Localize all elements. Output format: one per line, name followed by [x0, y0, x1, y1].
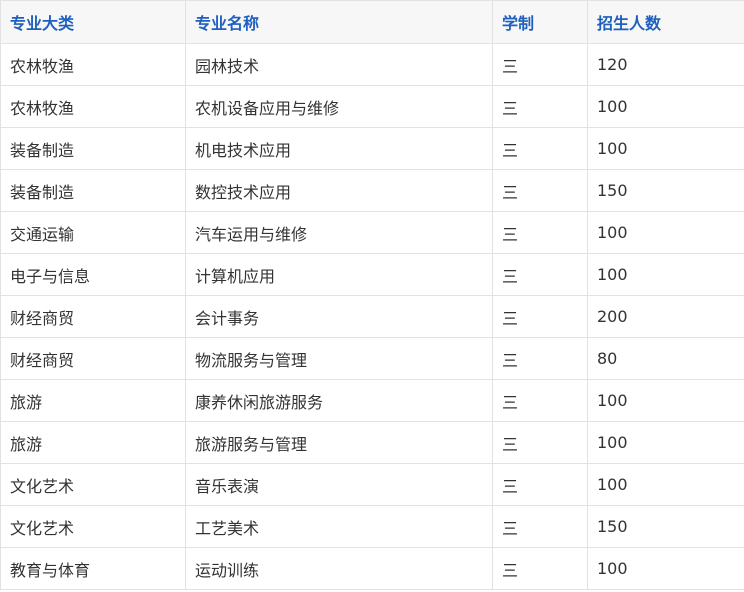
header-row: 专业大类 专业名称 学制 招生人数 [0, 0, 744, 44]
table-body: 农林牧渔 园林技术三 120 农林牧渔 农机设备应用与维修三 100 装备制造 机电技术应用三… [0, 43, 744, 590]
table-row: 电子与信息 计算机应用三 100 [0, 253, 744, 296]
cell-major-name: 康养休闲旅游服务 [185, 379, 493, 422]
cell-enrollment: 100 [587, 211, 744, 254]
cell-major-name: 机电技术应用 [185, 127, 493, 170]
enrollment-table: 专业大类 专业名称 学制 招生人数 农林牧渔 园林技术三 120 农林牧渔 农机设备应用… [0, 0, 744, 590]
table-row: 文化艺术 工艺美术三 150 [0, 505, 744, 548]
cell-duration: 三 [492, 85, 588, 128]
cell-enrollment: 100 [587, 85, 744, 128]
table-row: 旅游 旅游服务与管理三 100 [0, 421, 744, 464]
cell-enrollment: 100 [587, 127, 744, 170]
cell-category: 装备制造 [0, 127, 186, 170]
cell-major-name: 农机设备应用与维修 [185, 85, 493, 128]
cell-major-name: 数控技术应用 [185, 169, 493, 212]
cell-major-name: 计算机应用 [185, 253, 493, 296]
cell-category: 文化艺术 [0, 505, 186, 548]
table-row: 财经商贸 物流服务与管理三 80 [0, 337, 744, 380]
cell-duration: 三 [492, 169, 588, 212]
cell-duration: 三 [492, 421, 588, 464]
cell-enrollment: 150 [587, 505, 744, 548]
cell-enrollment: 100 [587, 547, 744, 590]
header-enrollment: 招生人数 [587, 0, 744, 44]
cell-duration: 三 [492, 379, 588, 422]
header-category: 专业大类 [0, 0, 186, 44]
cell-major-name: 工艺美术 [185, 505, 493, 548]
cell-major-name: 旅游服务与管理 [185, 421, 493, 464]
cell-duration: 三 [492, 253, 588, 296]
cell-enrollment: 100 [587, 421, 744, 464]
cell-category: 文化艺术 [0, 463, 186, 506]
cell-category: 财经商贸 [0, 337, 186, 380]
cell-major-name: 运动训练 [185, 547, 493, 590]
cell-enrollment: 100 [587, 463, 744, 506]
cell-duration: 三 [492, 211, 588, 254]
cell-duration: 三 [492, 505, 588, 548]
cell-enrollment: 150 [587, 169, 744, 212]
cell-major-name: 音乐表演 [185, 463, 493, 506]
table-row: 财经商贸 会计事务三 200 [0, 295, 744, 338]
table-row: 装备制造 数控技术应用三 150 [0, 169, 744, 212]
table-row: 装备制造 机电技术应用三 100 [0, 127, 744, 170]
cell-major-name: 园林技术 [185, 43, 493, 86]
table-row: 农林牧渔 园林技术三 120 [0, 43, 744, 86]
cell-category: 财经商贸 [0, 295, 186, 338]
table-row: 教育与体育 运动训练三 100 [0, 547, 744, 590]
cell-category: 装备制造 [0, 169, 186, 212]
table-header: 专业大类 专业名称 学制 招生人数 [0, 0, 744, 44]
cell-category: 旅游 [0, 421, 186, 464]
cell-enrollment: 100 [587, 253, 744, 296]
table-row: 交通运输 汽车运用与维修三 100 [0, 211, 744, 254]
cell-duration: 三 [492, 295, 588, 338]
cell-category: 旅游 [0, 379, 186, 422]
cell-category: 交通运输 [0, 211, 186, 254]
table-row: 旅游 康养休闲旅游服务三 100 [0, 379, 744, 422]
cell-enrollment: 120 [587, 43, 744, 86]
cell-major-name: 物流服务与管理 [185, 337, 493, 380]
cell-duration: 三 [492, 127, 588, 170]
header-duration: 学制 [492, 0, 588, 44]
cell-duration: 三 [492, 463, 588, 506]
cell-major-name: 汽车运用与维修 [185, 211, 493, 254]
cell-category: 教育与体育 [0, 547, 186, 590]
cell-duration: 三 [492, 337, 588, 380]
cell-category: 电子与信息 [0, 253, 186, 296]
table-row: 农林牧渔 农机设备应用与维修三 100 [0, 85, 744, 128]
cell-category: 农林牧渔 [0, 85, 186, 128]
cell-duration: 三 [492, 547, 588, 590]
cell-duration: 三 [492, 43, 588, 86]
header-major-name: 专业名称 [185, 0, 493, 44]
cell-category: 农林牧渔 [0, 43, 186, 86]
cell-major-name: 会计事务 [185, 295, 493, 338]
table-row: 文化艺术 音乐表演三 100 [0, 463, 744, 506]
cell-enrollment: 100 [587, 379, 744, 422]
cell-enrollment: 200 [587, 295, 744, 338]
cell-enrollment: 80 [587, 337, 744, 380]
